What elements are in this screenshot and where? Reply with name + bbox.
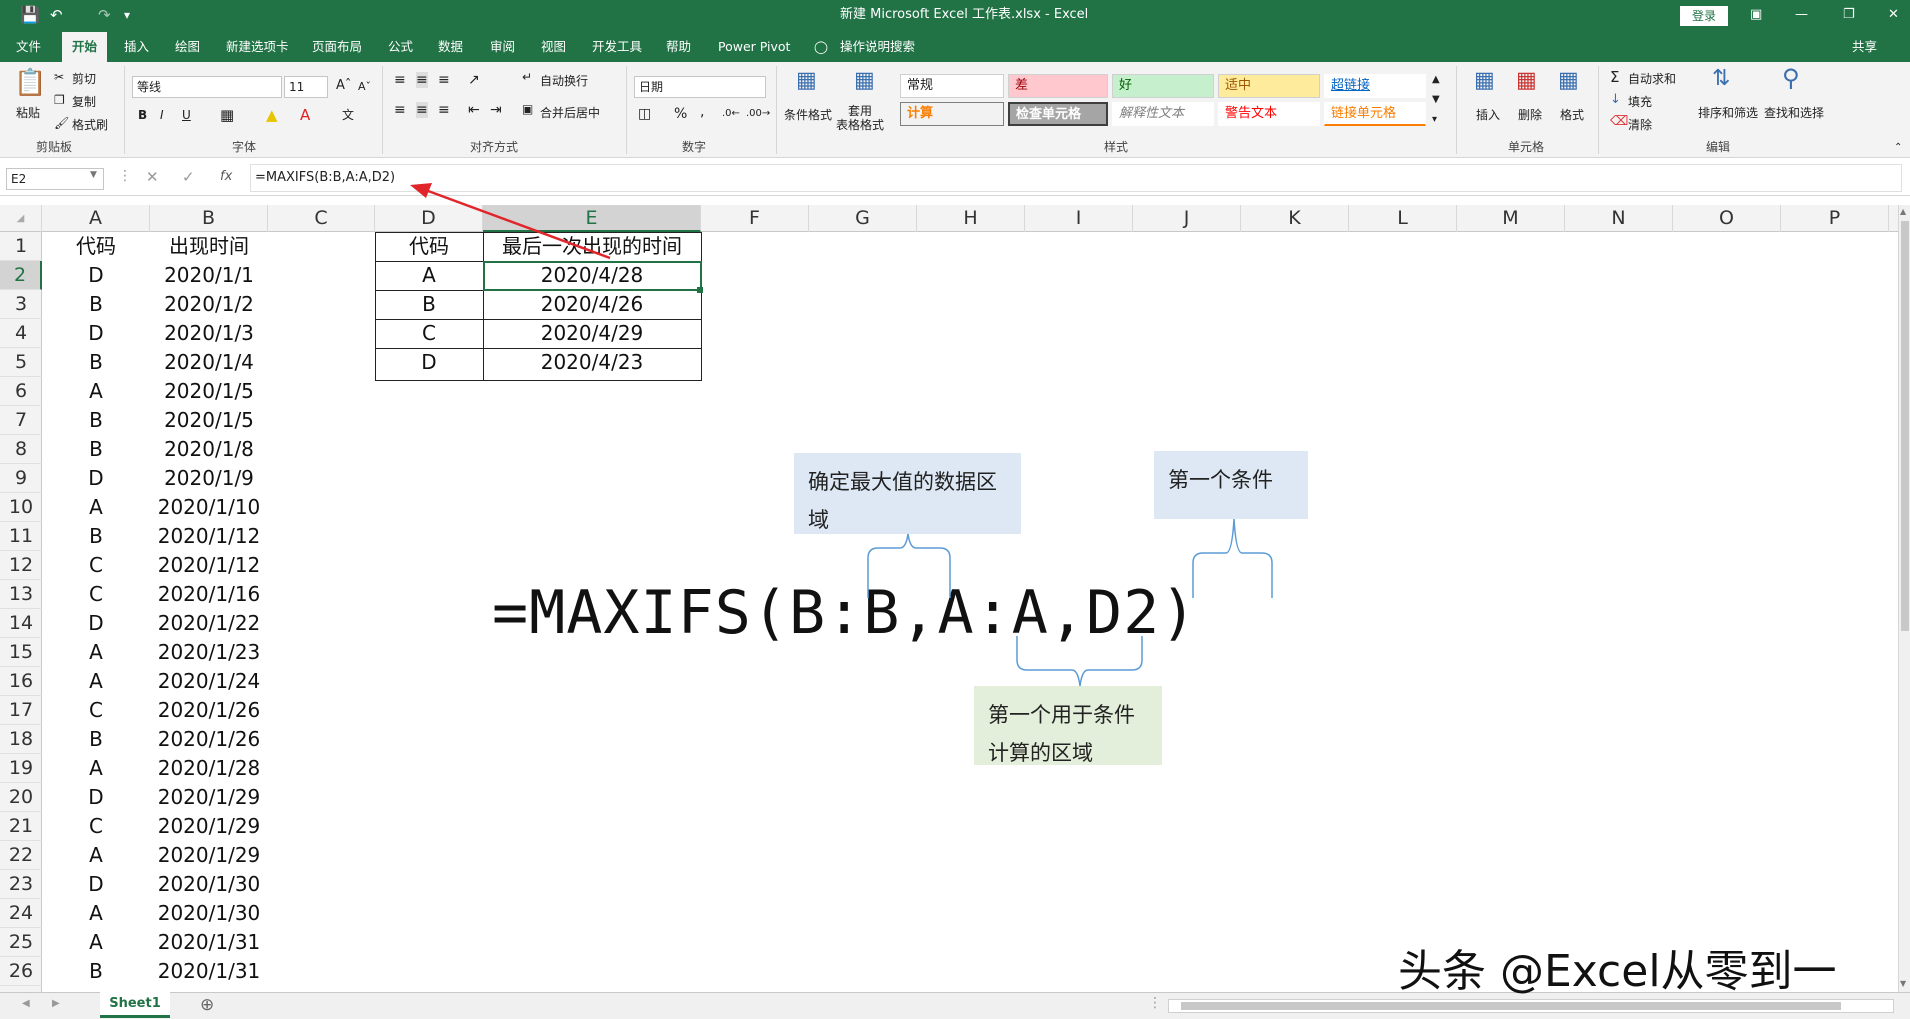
horizontal-scroll-thumb[interactable] (1181, 1002, 1841, 1010)
prev-sheet-icon[interactable]: ◀ (22, 998, 30, 1009)
split-handle-icon[interactable]: ⋮ (1148, 995, 1162, 1011)
next-sheet-icon[interactable]: ▶ (52, 998, 60, 1009)
arrow-line (419, 186, 611, 260)
brace-criteria (1192, 518, 1273, 598)
scroll-down-icon[interactable]: ▼ (1900, 979, 1906, 988)
sheet-tab-sheet1[interactable]: Sheet1 (100, 992, 170, 1018)
annotation-overlay (410, 183, 1273, 687)
brace-criteria-range (1016, 636, 1143, 687)
vertical-scroll-thumb[interactable] (1901, 221, 1909, 631)
scroll-up-icon[interactable]: ▲ (1900, 207, 1906, 216)
brace-max-range (867, 533, 951, 598)
arrow-head (410, 183, 432, 198)
watermark: 头条 @Excel从零到一 (1398, 946, 1837, 997)
vertical-scrollbar[interactable]: ▲ ▼ (1898, 205, 1910, 992)
horizontal-scrollbar[interactable] (1168, 999, 1894, 1013)
add-sheet-icon[interactable]: ⊕ (200, 995, 214, 1015)
